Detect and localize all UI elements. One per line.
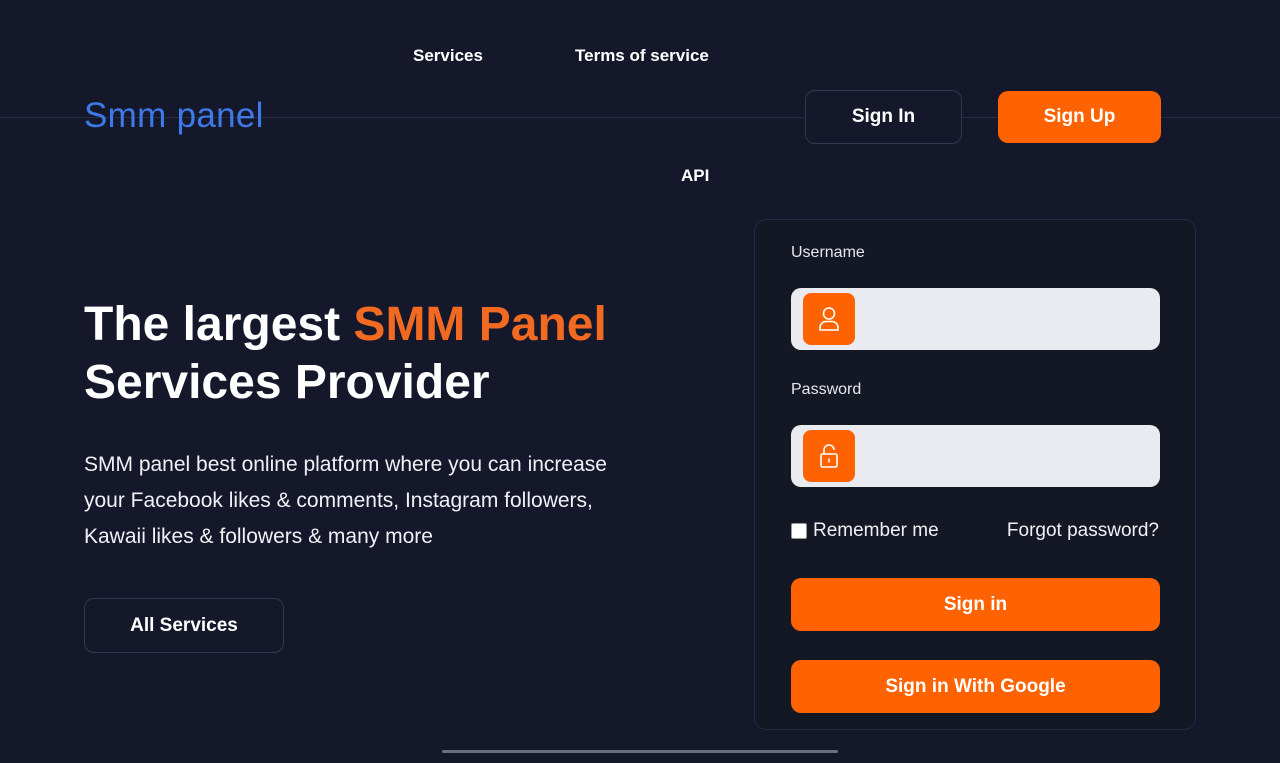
page: Services Terms of service API Smm panel … <box>0 0 1280 763</box>
nav-terms-link[interactable]: Terms of service <box>575 46 709 66</box>
header-sign-up-button[interactable]: Sign Up <box>998 91 1161 143</box>
hero-title-line2: Services Provider <box>84 356 490 409</box>
remember-me[interactable]: Remember me <box>791 520 939 542</box>
forgot-password-link[interactable]: Forgot password? <box>1007 520 1159 542</box>
all-services-button[interactable]: All Services <box>84 598 284 653</box>
username-label: Username <box>791 244 865 261</box>
header-sign-in-button[interactable]: Sign In <box>805 90 962 144</box>
hero-description: SMM panel best online platform where you… <box>84 453 607 548</box>
nav-api-link[interactable]: API <box>681 166 709 186</box>
password-field[interactable] <box>791 425 1160 489</box>
hero-title: The largest SMM Panel Services Provider <box>84 296 607 412</box>
lock-icon <box>803 430 855 482</box>
hero-title-accent: SMM Panel <box>353 298 607 351</box>
user-icon <box>803 293 855 345</box>
username-input[interactable] <box>865 288 1154 352</box>
remember-me-checkbox[interactable] <box>791 523 807 539</box>
horizontal-scrollbar[interactable] <box>442 750 838 753</box>
remember-me-label: Remember me <box>813 520 939 541</box>
nav-services-link[interactable]: Services <box>413 46 483 66</box>
sign-in-google-button[interactable]: Sign in With Google <box>791 660 1160 713</box>
hero-title-prefix: The largest <box>84 298 354 351</box>
password-label: Password <box>791 381 862 398</box>
brand-logo[interactable]: Smm panel <box>84 96 264 136</box>
login-card: Username Password Remember me Forgot pas… <box>754 219 1196 730</box>
password-input[interactable] <box>865 425 1154 489</box>
sign-in-button[interactable]: Sign in <box>791 578 1160 631</box>
username-field[interactable] <box>791 288 1160 352</box>
